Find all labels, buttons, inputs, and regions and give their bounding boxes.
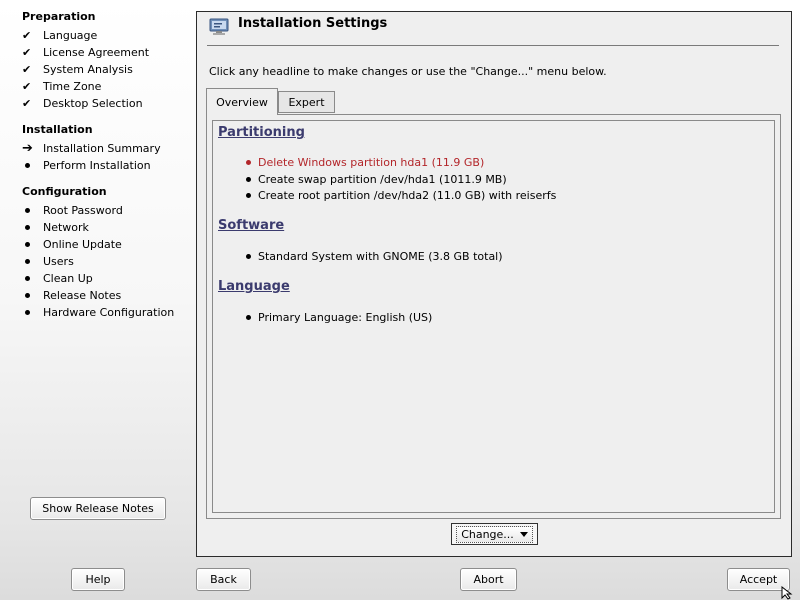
heading-language[interactable]: Language: [218, 279, 290, 294]
step-online-update: Online Update: [22, 236, 122, 252]
heading-software[interactable]: Software: [218, 218, 284, 233]
bullet-icon: [25, 224, 30, 230]
summary-item-text: Create root partition /dev/hda2 (11.0 GB…: [258, 188, 557, 202]
step-label: Installation Summary: [43, 141, 161, 155]
bullet-icon: [25, 207, 30, 213]
step-label: Clean Up: [43, 271, 93, 285]
bullet-icon: [246, 176, 251, 182]
step-release-notes: Release Notes: [22, 287, 121, 303]
step-perform-installation: Perform Installation: [22, 157, 151, 173]
step-users: Users: [22, 253, 74, 269]
step-language: ✔ Language: [22, 27, 97, 43]
step-installation-summary: ➔ Installation Summary: [22, 140, 161, 156]
main-panel: Installation Settings Click any headline…: [196, 11, 792, 557]
bullet-icon: [25, 162, 30, 168]
step-label: Perform Installation: [43, 158, 151, 172]
step-label: Desktop Selection: [43, 96, 143, 110]
bullet-icon: [25, 241, 30, 247]
bullet-icon: [246, 314, 251, 320]
bullet-icon: [25, 275, 30, 281]
step-root-password: Root Password: [22, 202, 123, 218]
change-label: Change...: [461, 527, 514, 541]
heading-partitioning[interactable]: Partitioning: [218, 125, 305, 140]
step-system-analysis: ✔ System Analysis: [22, 61, 133, 77]
summary-item-text: Standard System with GNOME (3.8 GB total…: [258, 249, 503, 263]
arrow-right-icon: ➔: [22, 140, 33, 156]
intro-text: Click any headline to make changes or us…: [209, 65, 607, 78]
check-icon: ✔: [22, 96, 32, 110]
show-release-notes-button[interactable]: Show Release Notes: [30, 497, 166, 520]
summary-item-text: Create swap partition /dev/hda1 (1011.9 …: [258, 172, 507, 186]
bullet-icon: [25, 292, 30, 298]
dropdown-arrow-icon: [519, 531, 528, 537]
step-license-agreement: ✔ License Agreement: [22, 44, 149, 60]
step-label: Online Update: [43, 237, 122, 251]
abort-button[interactable]: Abort: [460, 568, 517, 591]
tab-frame: Partitioning Delete Windows partition hd…: [206, 114, 781, 519]
step-label: Network: [43, 220, 89, 234]
step-hardware-configuration: Hardware Configuration: [22, 304, 174, 320]
step-label: License Agreement: [43, 45, 150, 59]
step-label: Hardware Configuration: [43, 305, 175, 319]
tab-overview[interactable]: Overview: [206, 88, 278, 115]
bullet-icon: [246, 253, 251, 259]
check-icon: ✔: [22, 79, 32, 93]
step-time-zone: ✔ Time Zone: [22, 78, 101, 94]
step-label: Time Zone: [43, 79, 102, 93]
page-title: Installation Settings: [238, 16, 388, 31]
step-label: Users: [43, 254, 74, 268]
step-desktop-selection: ✔ Desktop Selection: [22, 95, 143, 111]
summary-item: Delete Windows partition hda1 (11.9 GB): [246, 154, 484, 170]
summary-item: Create swap partition /dev/hda1 (1011.9 …: [246, 171, 507, 187]
change-menu-button[interactable]: Change...: [451, 523, 538, 545]
summary-item-text: Delete Windows partition hda1 (11.9 GB): [258, 155, 485, 169]
bullet-icon: [246, 159, 251, 165]
step-label: Release Notes: [43, 288, 122, 302]
summary-item: Primary Language: English (US): [246, 309, 432, 325]
section-title-installation: Installation: [22, 123, 93, 136]
step-network: Network: [22, 219, 89, 235]
summary-item: Standard System with GNOME (3.8 GB total…: [246, 248, 503, 264]
summary-view[interactable]: Partitioning Delete Windows partition hd…: [212, 120, 775, 513]
check-icon: ✔: [22, 28, 32, 42]
step-label: Language: [43, 28, 98, 42]
check-icon: ✔: [22, 62, 32, 76]
section-title-configuration: Configuration: [22, 185, 107, 198]
step-label: System Analysis: [43, 62, 133, 76]
sidebar: Preparation ✔ Language ✔ License Agreeme…: [0, 0, 195, 560]
help-button[interactable]: Help: [71, 568, 125, 591]
back-button[interactable]: Back: [196, 568, 251, 591]
step-clean-up: Clean Up: [22, 270, 93, 286]
tab-expert[interactable]: Expert: [278, 91, 335, 113]
header-divider: [207, 45, 779, 46]
step-label: Root Password: [43, 203, 123, 217]
monitor-settings-icon: [209, 18, 229, 35]
bullet-icon: [246, 192, 251, 198]
summary-item: Create root partition /dev/hda2 (11.0 GB…: [246, 187, 556, 203]
summary-item-text: Primary Language: English (US): [258, 310, 433, 324]
bullet-icon: [25, 309, 30, 315]
section-title-preparation: Preparation: [22, 10, 96, 23]
mouse-cursor-icon: [781, 586, 793, 600]
bullet-icon: [25, 258, 30, 264]
check-icon: ✔: [22, 45, 32, 59]
